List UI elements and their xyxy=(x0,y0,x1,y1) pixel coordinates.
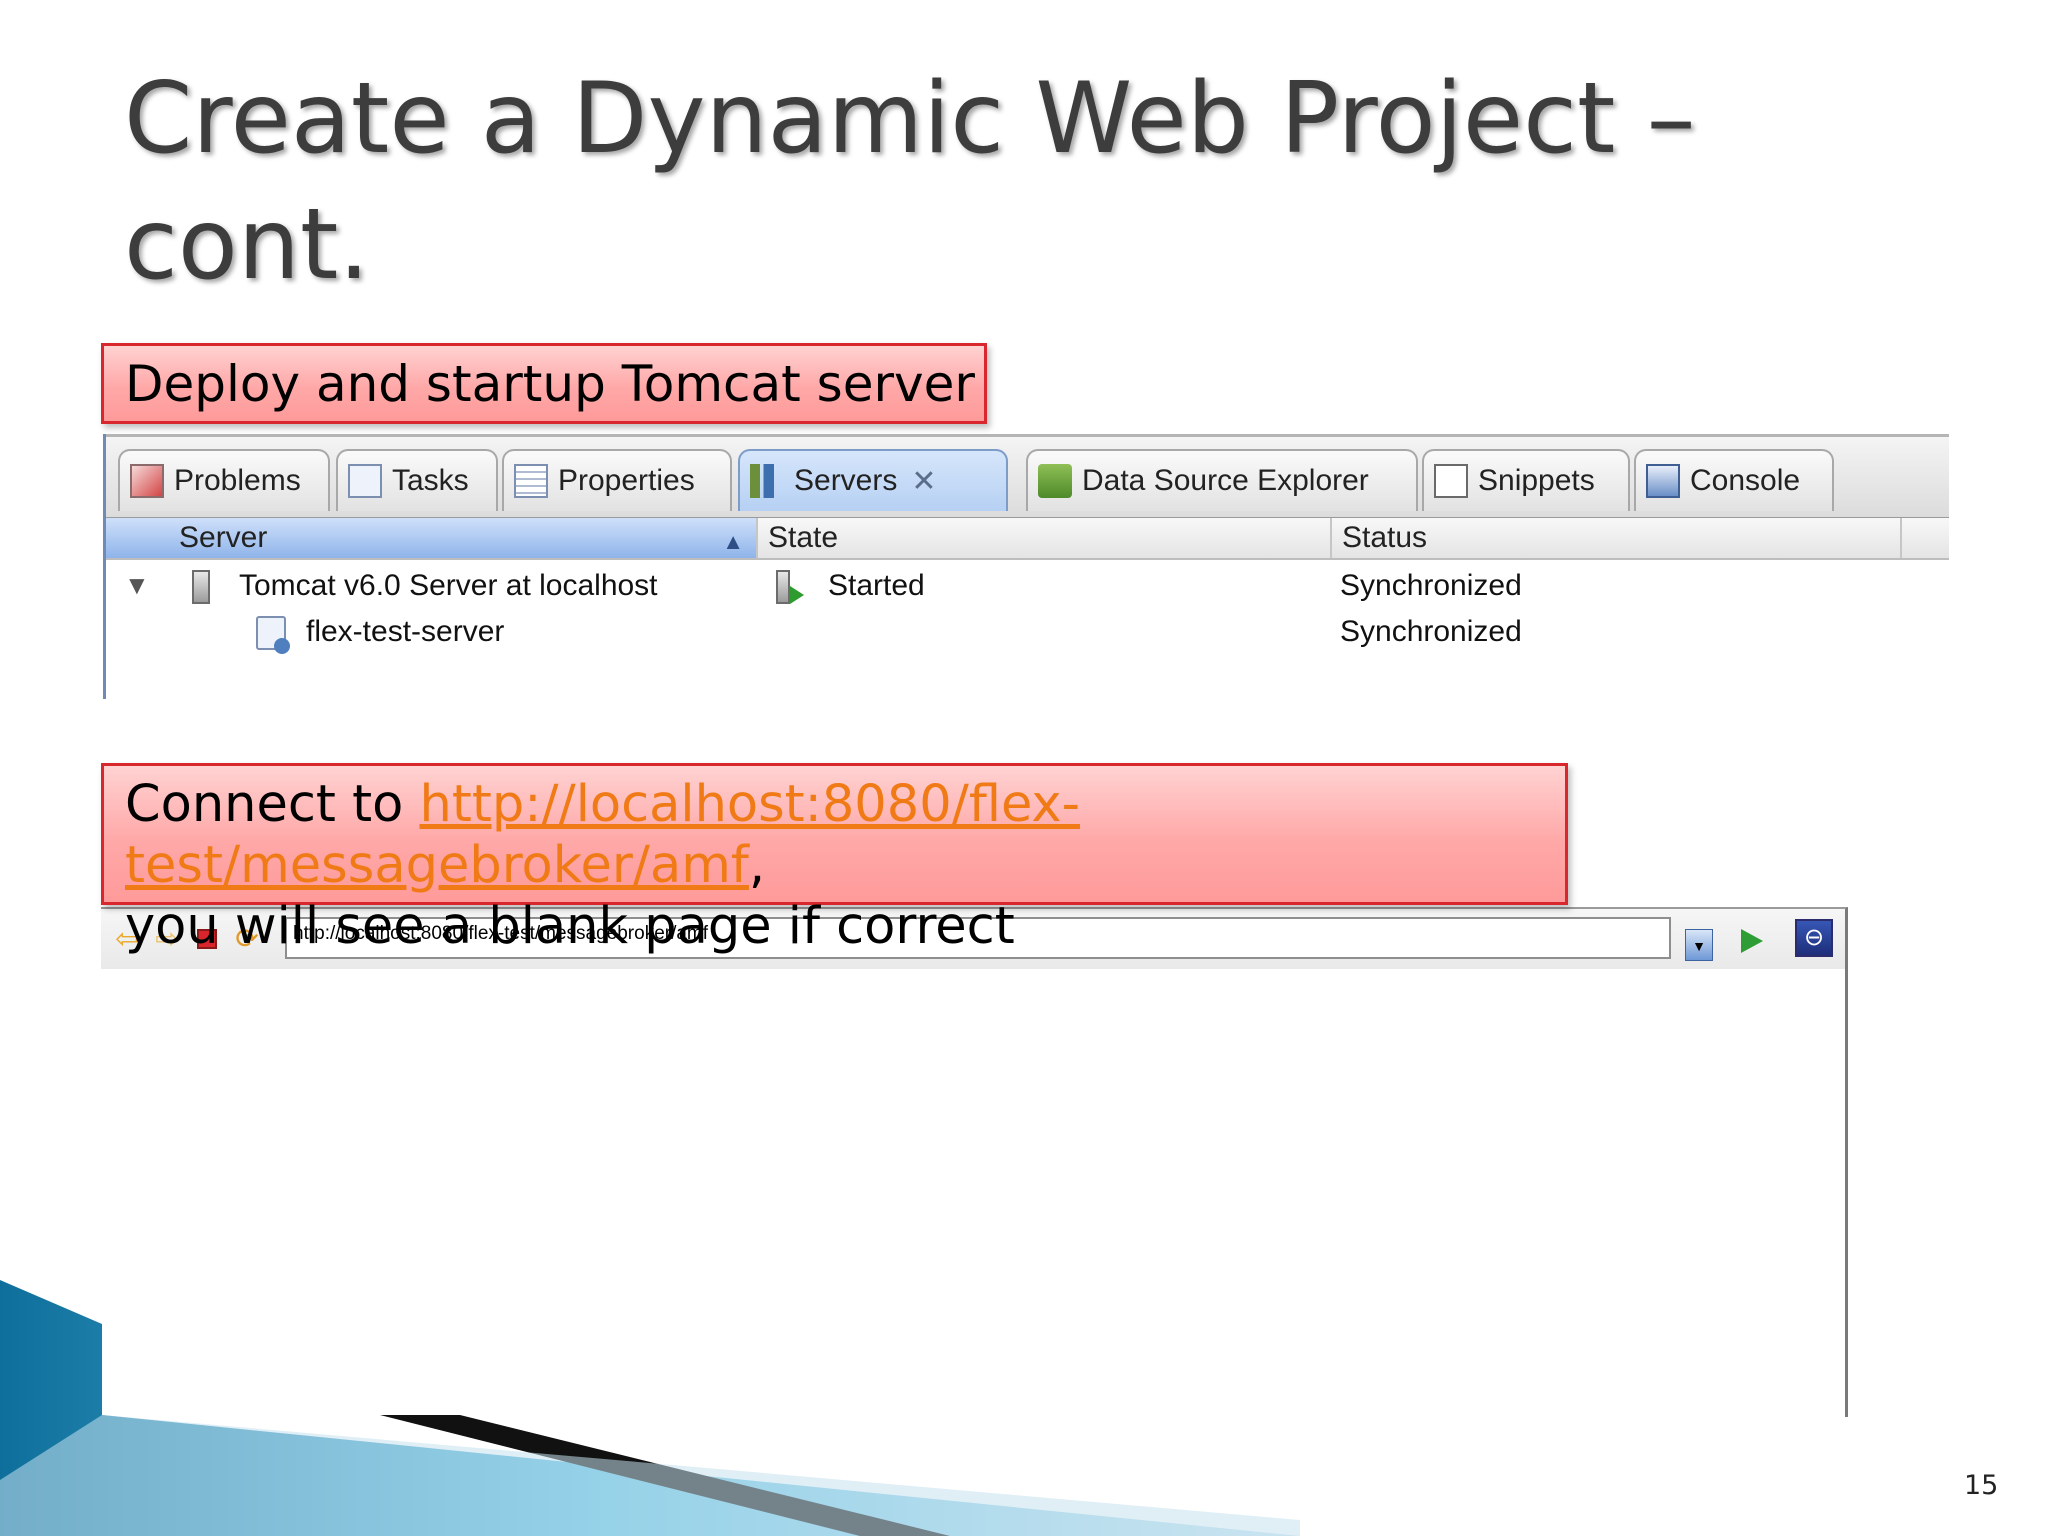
column-label: Status xyxy=(1342,521,1428,554)
tab-console[interactable]: Console xyxy=(1634,449,1834,511)
module-name: flex-test-server xyxy=(306,615,505,648)
column-status[interactable]: Status xyxy=(1332,518,1902,558)
servers-icon xyxy=(750,464,784,498)
tab-snippets[interactable]: Snippets xyxy=(1422,449,1630,511)
module-status: Synchronized xyxy=(1340,615,1522,648)
problems-icon xyxy=(130,464,164,498)
console-icon xyxy=(1646,464,1680,498)
view-tab-bar: Problems Tasks Properties Servers ✕ Data… xyxy=(106,434,1949,519)
callout-deploy: Deploy and startup Tomcat server xyxy=(101,343,987,424)
eclipse-servers-view: Problems Tasks Properties Servers ✕ Data… xyxy=(103,434,1949,699)
table-row[interactable]: ▼ Tomcat v6.0 Server at localhost Starte… xyxy=(106,564,1949,608)
server-state: Started xyxy=(828,569,925,602)
tab-label: Servers xyxy=(794,464,898,497)
data-source-icon xyxy=(1038,464,1072,498)
callout-connect-suffix: , xyxy=(748,836,766,895)
eclipse-icon: ⊖ xyxy=(1795,919,1833,957)
tab-data-source-explorer[interactable]: Data Source Explorer xyxy=(1026,449,1418,511)
close-tab-icon[interactable]: ✕ xyxy=(911,464,936,499)
sort-ascending-icon: ▲ xyxy=(722,529,744,554)
server-status: Synchronized xyxy=(1340,569,1522,602)
page-number: 15 xyxy=(1964,1470,1999,1501)
callout-connect: Connect to http://localhost:8080/flex-te… xyxy=(101,763,1568,956)
tab-label: Properties xyxy=(558,464,695,497)
snippets-icon xyxy=(1434,464,1468,498)
callout-connect-line2: you will see a blank page if correct xyxy=(125,897,1015,956)
table-row[interactable]: flex-test-server Synchronized xyxy=(106,610,1949,655)
tab-problems[interactable]: Problems xyxy=(118,449,330,511)
tab-label: Snippets xyxy=(1478,464,1595,497)
column-label: Server xyxy=(179,521,268,554)
module-icon xyxy=(256,610,290,655)
tab-properties[interactable]: Properties xyxy=(502,449,732,511)
server-name: Tomcat v6.0 Server at localhost xyxy=(239,569,658,602)
tab-tasks[interactable]: Tasks xyxy=(336,449,498,511)
slide-title-line1: Create a Dynamic Web Project – xyxy=(124,62,1696,176)
properties-icon xyxy=(514,464,548,498)
tab-servers[interactable]: Servers ✕ xyxy=(738,449,1008,511)
url-history-dropdown[interactable]: ▼ xyxy=(1685,929,1713,961)
tasks-icon xyxy=(348,464,382,498)
column-label: State xyxy=(768,521,839,554)
server-icon xyxy=(192,564,210,608)
started-icon xyxy=(776,564,804,608)
column-server[interactable]: Server ▲ xyxy=(106,518,758,558)
tab-label: Data Source Explorer xyxy=(1082,464,1369,497)
decorative-swoosh xyxy=(0,1280,1300,1536)
tab-label: Problems xyxy=(174,464,301,497)
callout-deploy-text: Deploy and startup Tomcat server xyxy=(125,355,975,413)
slide-title-line2: cont. xyxy=(124,188,370,302)
expand-icon[interactable]: ▼ xyxy=(124,570,150,601)
go-icon[interactable] xyxy=(1741,929,1763,953)
tab-label: Console xyxy=(1690,464,1801,497)
table-header: Server ▲ State Status xyxy=(106,518,1949,560)
column-state[interactable]: State xyxy=(758,518,1332,558)
slide-title: Create a Dynamic Web Project – cont. xyxy=(124,56,1824,308)
tab-label: Tasks xyxy=(392,464,469,497)
callout-connect-prefix: Connect to xyxy=(125,775,420,834)
